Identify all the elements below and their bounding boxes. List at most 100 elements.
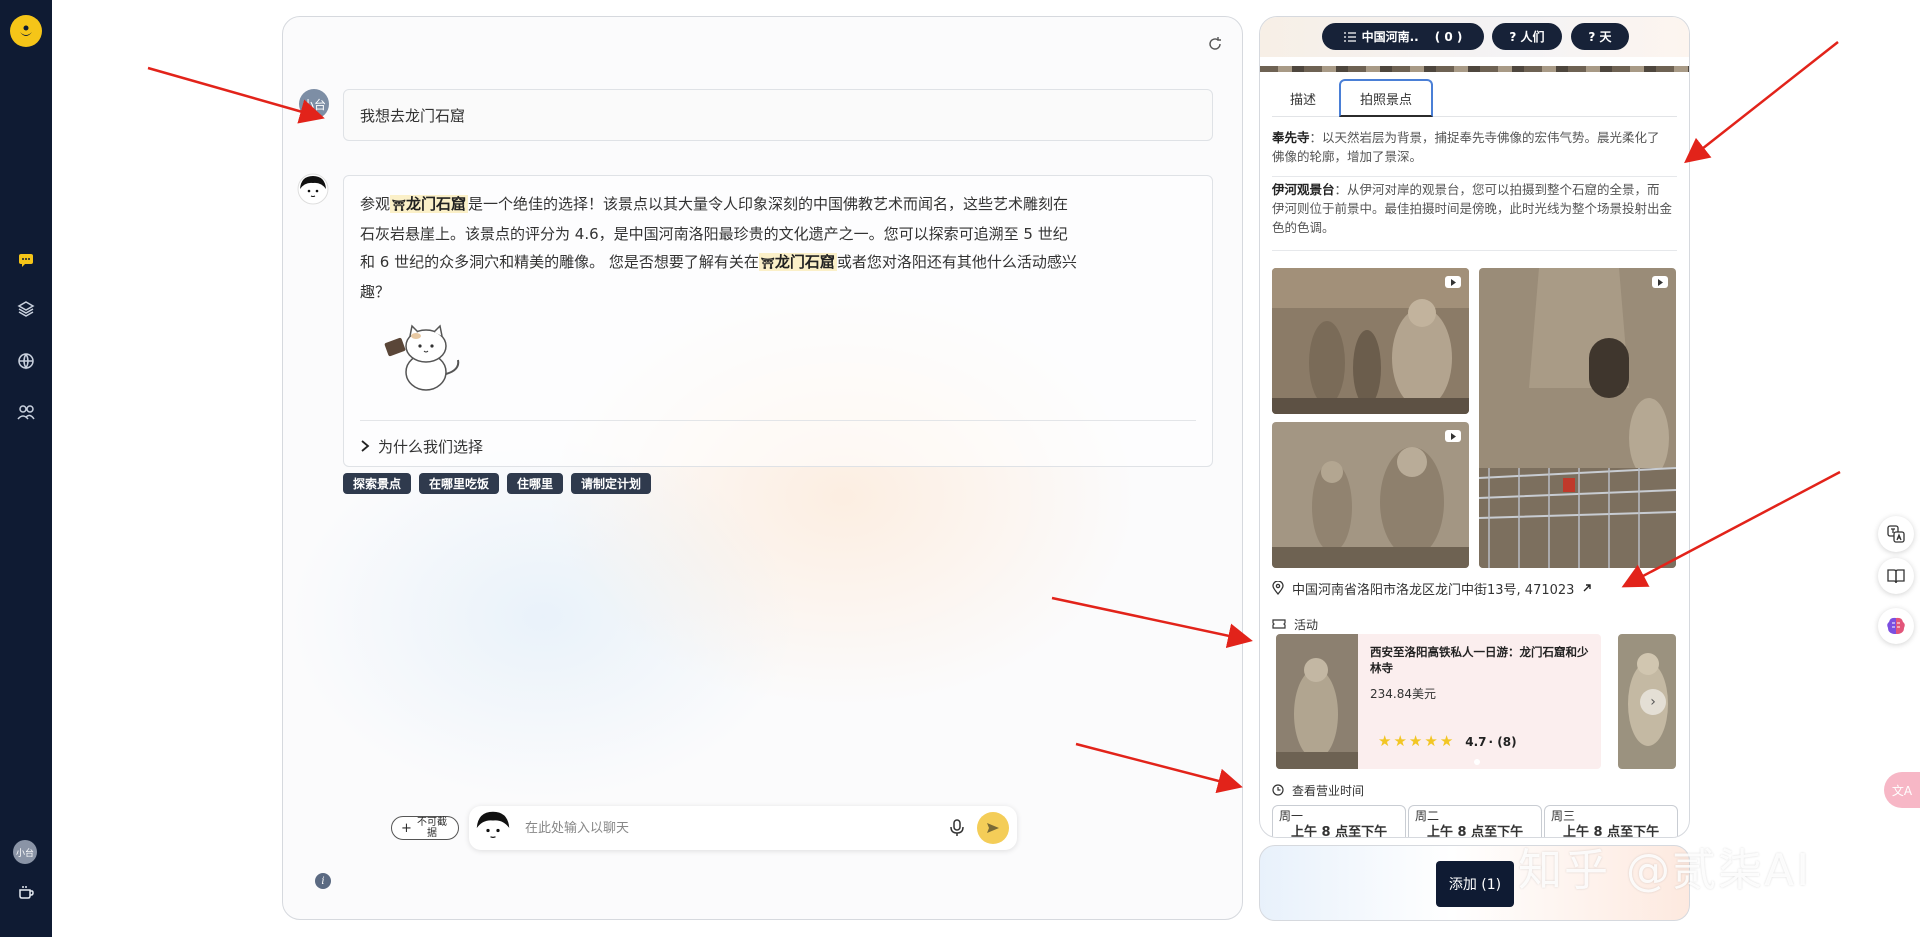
clock-icon xyxy=(1272,784,1284,796)
address-text: 中国河南省洛阳市洛龙区龙门中街13号, 471023 xyxy=(1292,582,1575,598)
hours-day: 周三 xyxy=(1551,809,1576,823)
people-pill[interactable]: ? 人们 xyxy=(1492,23,1562,50)
chat-panel: 小台 我想去龙门石窟 参观 ⛩龙门石窟 是一个绝佳的选择！该景点以其大量令人印象深刻… xyxy=(282,16,1243,920)
bot-message-text: 参观 ⛩龙门石窟 是一个绝佳的选择！该景点以其大量令人印象深刻的中国佛教艺术而闻名，… xyxy=(360,190,1080,306)
tour-price: 234.84美元 xyxy=(1370,687,1436,701)
chevron-right-icon xyxy=(361,440,370,452)
hours-day: 周一 xyxy=(1279,809,1304,823)
bot-message: 参观 ⛩龙门石窟 是一个绝佳的选择！该景点以其大量令人印象深刻的中国佛教艺术而闻名，… xyxy=(343,175,1213,467)
why-choose-label: 为什么我们选择 xyxy=(378,437,484,456)
photo-spot-name: 伊河观景台 xyxy=(1272,182,1335,197)
watermark: 知乎 @贰柒AI xyxy=(1518,845,1812,896)
hours-card-mon: 周一 上午 8 点至下午 xyxy=(1272,805,1406,837)
review-count: · (8) xyxy=(1488,734,1517,749)
chat-icon[interactable] xyxy=(14,248,38,272)
rating-value: 4.7 xyxy=(1465,734,1487,749)
chip-eat[interactable]: 在哪里吃饭 xyxy=(419,473,500,494)
photo-grotto-1[interactable] xyxy=(1272,268,1469,414)
brain-icon[interactable] xyxy=(1878,608,1914,644)
star-icon: ★ xyxy=(1378,732,1392,750)
photo-grotto-2[interactable] xyxy=(1479,268,1676,568)
video-icon xyxy=(1445,430,1461,442)
cat-sticker xyxy=(380,316,480,396)
photo-spot-2: 伊河观景台：从伊河对岸的观景台，您可以拍摄到整个石窟的全景，而伊河则位于前景中。… xyxy=(1272,180,1672,237)
address-row[interactable]: 中国河南省洛阳市洛龙区龙门中街13号, 471023 xyxy=(1272,577,1672,599)
refresh-icon[interactable] xyxy=(1204,33,1226,55)
star-icon: ★ xyxy=(1408,732,1423,750)
divider xyxy=(1272,176,1677,177)
globe-icon[interactable] xyxy=(14,349,38,373)
tour-image xyxy=(1276,634,1358,769)
add-button[interactable]: 添加 (1) xyxy=(1436,861,1514,907)
tab-description[interactable]: 描述 xyxy=(1272,79,1334,117)
activities-header: 活动 xyxy=(1272,615,1318,633)
chat-composer xyxy=(469,806,1017,850)
send-button[interactable] xyxy=(977,812,1009,844)
coffee-icon[interactable] xyxy=(14,880,38,904)
landmark-icon: ⛩ xyxy=(392,199,406,212)
left-nav: 小台 xyxy=(0,0,52,937)
chip-stay[interactable]: 住哪里 xyxy=(507,473,564,494)
place-link[interactable]: ⛩龙门石窟 xyxy=(390,195,468,213)
trip-filters: 中国河南.. ( 0 ) ? 人们 ? 天 xyxy=(1260,17,1689,57)
attraction-panel: 中国河南.. ( 0 ) ? 人们 ? 天 描述 拍照景点 奉先寺：以天然岩层为… xyxy=(1259,16,1690,838)
landmark-icon: ⛩ xyxy=(760,257,775,270)
location-label: 中国河南.. xyxy=(1361,30,1419,44)
suggestion-chips: 探索景点 在哪里吃饭 住哪里 请制定计划 xyxy=(343,473,652,494)
list-icon xyxy=(1343,31,1356,42)
info-icon[interactable]: i xyxy=(315,873,331,889)
location-pill[interactable]: 中国河南.. ( 0 ) xyxy=(1322,23,1484,50)
place-link-label: 龙门石窟 xyxy=(774,253,835,271)
user-message-avatar: 小台 xyxy=(299,89,329,119)
place-link[interactable]: ⛩龙门石窟 xyxy=(758,253,837,271)
attach-label: 不可截据 xyxy=(416,817,447,839)
chip-explore[interactable]: 探索景点 xyxy=(343,473,412,494)
users-icon[interactable] xyxy=(14,400,38,424)
photo-spot-1: 奉先寺：以天然岩层为背景，捕捉奉先寺佛像的宏伟气势。晨光柔化了佛像的轮廓，增加了… xyxy=(1272,128,1672,166)
video-icon xyxy=(1652,276,1668,288)
bot-avatar xyxy=(297,173,329,205)
hours-day: 周二 xyxy=(1415,809,1440,823)
bot-text-part: 参观 xyxy=(360,195,391,213)
ticket-icon xyxy=(1272,619,1286,629)
microphone-icon[interactable] xyxy=(945,816,969,840)
photo-grotto-3[interactable] xyxy=(1272,422,1469,568)
hours-header[interactable]: 查看营业时间 xyxy=(1272,781,1364,799)
star-icon: ★ xyxy=(1393,732,1407,750)
tour-title: 西安至洛阳高铁私人一日游：龙门石窟和少林寺 xyxy=(1370,645,1589,675)
reader-icon[interactable] xyxy=(1878,558,1914,594)
user-avatar[interactable]: 小台 xyxy=(13,840,37,864)
attach-button[interactable]: + 不可截据 xyxy=(391,816,459,840)
tab-photo-spots[interactable]: 拍照景点 xyxy=(1339,79,1433,117)
composer-avatar xyxy=(473,808,513,848)
carousel-dot[interactable] xyxy=(1474,759,1480,765)
tour-rating: ★ ★ ★ ★ ★ 4.7 · (8) xyxy=(1378,734,1517,749)
divider xyxy=(360,420,1196,421)
tab-bar: 描述 拍照景点 xyxy=(1272,77,1677,117)
translate-icon[interactable] xyxy=(1878,516,1914,552)
annotation-arrow xyxy=(1684,41,1839,164)
tour-card[interactable]: 西安至洛阳高铁私人一日游：龙门石窟和少林寺 234.84美元 ★ ★ ★ ★ ★… xyxy=(1276,634,1601,769)
location-pin-icon xyxy=(1272,581,1284,595)
star-icon: ★ xyxy=(1439,732,1454,750)
why-choose-toggle[interactable]: 为什么我们选择 xyxy=(360,432,483,460)
chip-plan[interactable]: 请制定计划 xyxy=(571,473,652,494)
layers-icon[interactable] xyxy=(14,297,38,321)
external-link-icon xyxy=(1583,584,1592,592)
plus-icon: + xyxy=(401,820,412,836)
location-count: ( 0 ) xyxy=(1434,29,1463,44)
activities-label: 活动 xyxy=(1294,617,1319,632)
user-message: 我想去龙门石窟 xyxy=(343,89,1213,141)
logo-icon[interactable] xyxy=(10,15,42,47)
carousel-next-button[interactable]: › xyxy=(1640,689,1666,715)
divider xyxy=(1272,250,1677,251)
photo-spot-text: ：以天然岩层为背景，捕捉奉先寺佛像的宏伟气势。晨光柔化了佛像的轮廓，增加了景深。 xyxy=(1272,130,1660,164)
place-link-label: 龙门石窟 xyxy=(405,195,466,213)
chat-input[interactable] xyxy=(525,816,925,840)
banner-photo-strip xyxy=(1260,66,1689,72)
days-pill[interactable]: ? 天 xyxy=(1571,23,1629,50)
assistant-icon[interactable]: 文A xyxy=(1884,772,1920,808)
photo-spot-name: 奉先寺 xyxy=(1272,130,1310,145)
star-icon: ★ xyxy=(1424,732,1438,750)
send-icon xyxy=(987,823,999,833)
